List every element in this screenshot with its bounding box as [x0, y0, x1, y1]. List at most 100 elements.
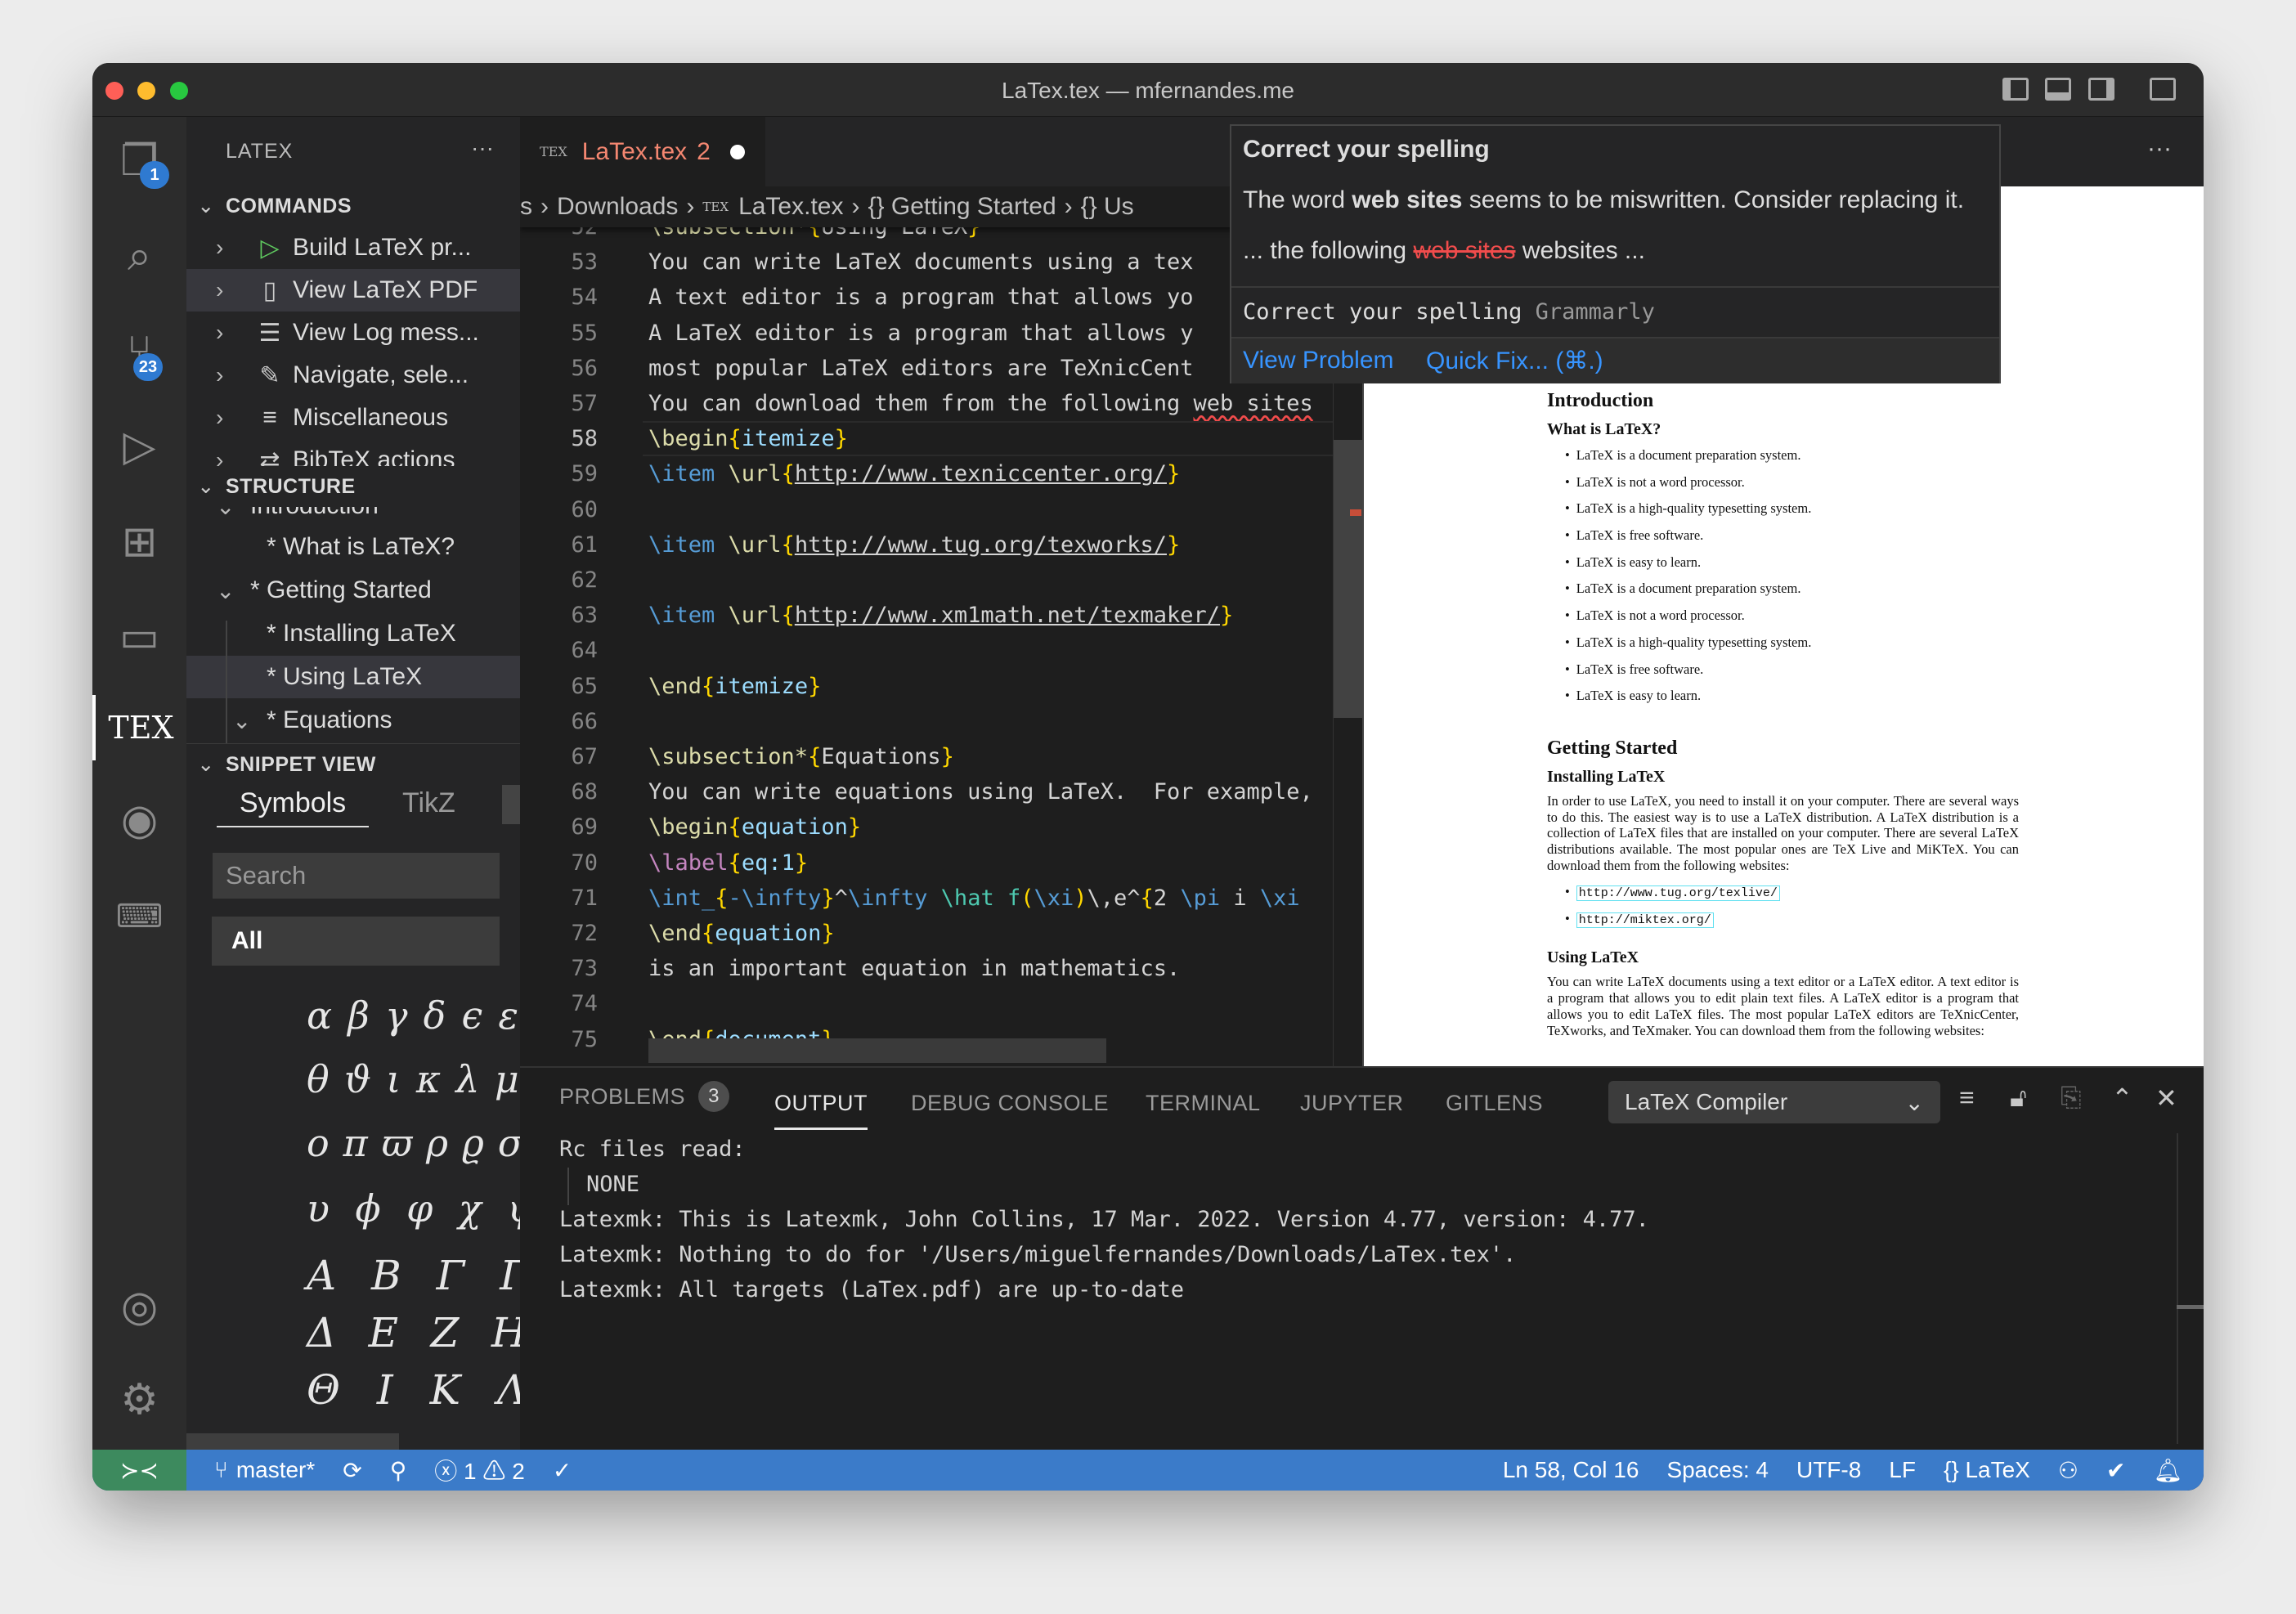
- symbol-button[interactable]: E: [369, 1309, 399, 1356]
- quick-fix-link[interactable]: Quick Fix... (⌘.): [1426, 347, 1603, 375]
- code-line[interactable]: \label{eq:1}: [648, 845, 808, 881]
- end-of-line[interactable]: LF: [1889, 1457, 1916, 1483]
- command-item[interactable]: › ✎ Navigate, sele...: [186, 354, 520, 397]
- structure-section-header[interactable]: ⌄ STRUCTURE: [186, 466, 520, 507]
- indentation[interactable]: Spaces: 4: [1666, 1457, 1769, 1483]
- output-scrollbar[interactable]: [2177, 1133, 2178, 1444]
- symbol-button[interactable]: δ: [424, 993, 446, 1038]
- check-icon[interactable]: ✓: [553, 1457, 572, 1484]
- more-actions-icon[interactable]: ···: [2147, 135, 2172, 163]
- toggle-secondary-sidebar-icon[interactable]: [2088, 78, 2114, 101]
- lock-scroll-icon[interactable]: 🔓︎: [2010, 1083, 2027, 1114]
- maximize-panel-icon[interactable]: ⌃: [2111, 1083, 2133, 1114]
- structure-item[interactable]: * Using LaTeX: [186, 656, 520, 698]
- remote-explorer-icon[interactable]: ▭: [92, 604, 186, 670]
- feedback-icon[interactable]: ⚇: [2058, 1457, 2079, 1484]
- prettier-check-icon[interactable]: ✔: [2106, 1457, 2125, 1484]
- breadcrumb-item[interactable]: {} Getting Started: [868, 193, 1056, 221]
- explorer-icon[interactable]: ❐ 1: [92, 128, 186, 194]
- symbol-button[interactable]: θ: [307, 1057, 330, 1101]
- symbol-button[interactable]: π: [343, 1121, 368, 1165]
- terminal-icon[interactable]: ⌨: [92, 884, 186, 949]
- symbol-button[interactable]: ϕ: [355, 1186, 380, 1231]
- notifications-bell-icon[interactable]: 🔔︎: [2153, 1457, 2182, 1484]
- structure-item[interactable]: ⌄ * Equations: [186, 699, 520, 742]
- symbol-button[interactable]: ϱ: [462, 1121, 484, 1165]
- code-line[interactable]: A text editor is a program that allows y…: [648, 280, 1193, 315]
- unsaved-dot-icon[interactable]: [729, 144, 745, 159]
- pdf-link[interactable]: http://miktex.org/: [1576, 912, 1714, 928]
- symbol-button[interactable]: λ: [455, 1057, 479, 1101]
- code-line[interactable]: \item \url{http://www.xm1math.net/texmak…: [648, 598, 1233, 633]
- tab-output[interactable]: OUTPUT: [774, 1091, 868, 1130]
- symbol-button[interactable]: υ: [307, 1186, 330, 1231]
- symbol-button[interactable]: I: [377, 1366, 393, 1414]
- symbol-button[interactable]: μ: [495, 1057, 519, 1101]
- tab-debug-console[interactable]: DEBUG CONSOLE: [911, 1091, 1109, 1116]
- source-control-icon[interactable]: ⑂ 23: [92, 319, 186, 384]
- command-item[interactable]: › ☰ View Log mess...: [186, 312, 520, 354]
- run-debug-icon[interactable]: ▷: [92, 414, 186, 479]
- snippet-view-section-header[interactable]: ⌄ SNIPPET VIEW: [186, 744, 520, 785]
- symbol-button[interactable]: Λ: [497, 1366, 520, 1414]
- symbol-button[interactable]: ε: [498, 993, 518, 1038]
- symbol-button[interactable]: γ: [385, 993, 408, 1038]
- gitlens-icon[interactable]: ◉: [92, 787, 186, 853]
- encoding[interactable]: UTF-8: [1796, 1457, 1861, 1483]
- snippet-scrollbar[interactable]: [502, 785, 520, 824]
- breadcrumb-item[interactable]: Downloads: [557, 193, 678, 221]
- symbol-button[interactable]: ϖ: [382, 1121, 413, 1165]
- tab-tikz[interactable]: TikZ: [402, 787, 455, 819]
- breadcrumb-item[interactable]: {} Us: [1081, 193, 1134, 221]
- commands-section-header[interactable]: ⌄ COMMANDS: [186, 186, 520, 226]
- symbol-button[interactable]: φ: [406, 1186, 433, 1231]
- tex-icon[interactable]: TEX: [92, 695, 186, 760]
- sync-icon[interactable]: ⟳: [343, 1457, 361, 1484]
- structure-item[interactable]: * What is LaTeX?: [186, 526, 520, 568]
- editor-tab-latex-tex[interactable]: TEX LaTex.tex 2: [520, 117, 765, 186]
- symbol-button[interactable]: ϑ: [344, 1057, 371, 1101]
- symbol-button[interactable]: K: [430, 1366, 460, 1414]
- code-line[interactable]: \begin{equation}: [648, 809, 861, 845]
- cursor-position[interactable]: Ln 58, Col 16: [1503, 1457, 1639, 1483]
- horizontal-scrollbar[interactable]: [186, 1433, 399, 1450]
- problems-indicator[interactable]: ⓧ 1 ⚠ 2: [434, 1454, 525, 1486]
- symbol-button[interactable]: Γ: [500, 1252, 520, 1299]
- symbol-button[interactable]: κ: [416, 1057, 441, 1101]
- code-line[interactable]: You can write LaTeX documents using a te…: [648, 244, 1193, 280]
- toggle-panel-icon[interactable]: [2045, 78, 2071, 101]
- clear-output-icon[interactable]: ≡: [1959, 1083, 1975, 1113]
- symbol-button[interactable]: χ: [459, 1186, 482, 1231]
- symbol-button[interactable]: α: [307, 993, 332, 1038]
- command-item[interactable]: › ▯ View LaTeX PDF: [186, 269, 520, 312]
- extensions-icon[interactable]: ⊞: [92, 509, 186, 575]
- tab-symbols[interactable]: Symbols: [217, 787, 369, 827]
- code-line[interactable]: most popular LaTeX editors are TeXnicCen…: [648, 351, 1193, 386]
- settings-gear-icon[interactable]: ⚙: [92, 1367, 186, 1432]
- language-mode[interactable]: {} LaTeX: [1944, 1457, 2030, 1483]
- symbol-button[interactable]: σ: [498, 1121, 520, 1165]
- command-item[interactable]: › ▷ Build LaTeX pr...: [186, 226, 520, 269]
- symbol-button[interactable]: ι: [386, 1057, 401, 1101]
- branch-name[interactable]: master*: [236, 1457, 315, 1483]
- view-problem-link[interactable]: View Problem: [1243, 347, 1394, 374]
- code-line[interactable]: You can download them from the following…: [648, 386, 1313, 421]
- symbol-button[interactable]: Z: [431, 1309, 460, 1356]
- more-actions-icon[interactable]: ···: [471, 135, 494, 161]
- code-line[interactable]: \int_{-\infty}^\infty \hat f(\xi)\,e^{2 …: [648, 881, 1300, 916]
- code-line[interactable]: You can write equations using LaTeX. For…: [648, 774, 1313, 809]
- scrollbar-thumb[interactable]: [2177, 1305, 2204, 1309]
- code-line[interactable]: \item \url{http://www.texniccenter.org/}: [648, 456, 1180, 491]
- symbol-button[interactable]: Γ: [437, 1252, 465, 1299]
- symbol-search-input[interactable]: Search: [213, 853, 500, 899]
- open-log-icon[interactable]: ⎘: [2061, 1083, 2082, 1114]
- tab-problems[interactable]: PROBLEMS 3: [559, 1081, 730, 1112]
- breadcrumb-item[interactable]: s: [520, 193, 532, 221]
- toggle-sidebar-icon[interactable]: [2002, 78, 2029, 101]
- symbol-button[interactable]: Δ: [307, 1309, 336, 1356]
- code-line[interactable]: A LaTeX editor is a program that allows …: [648, 316, 1193, 351]
- tab-terminal[interactable]: TERMINAL: [1146, 1091, 1261, 1116]
- code-line[interactable]: \end{itemize}: [648, 669, 821, 704]
- close-panel-icon[interactable]: ✕: [2155, 1083, 2177, 1114]
- symbol-button[interactable]: ψ: [507, 1186, 520, 1231]
